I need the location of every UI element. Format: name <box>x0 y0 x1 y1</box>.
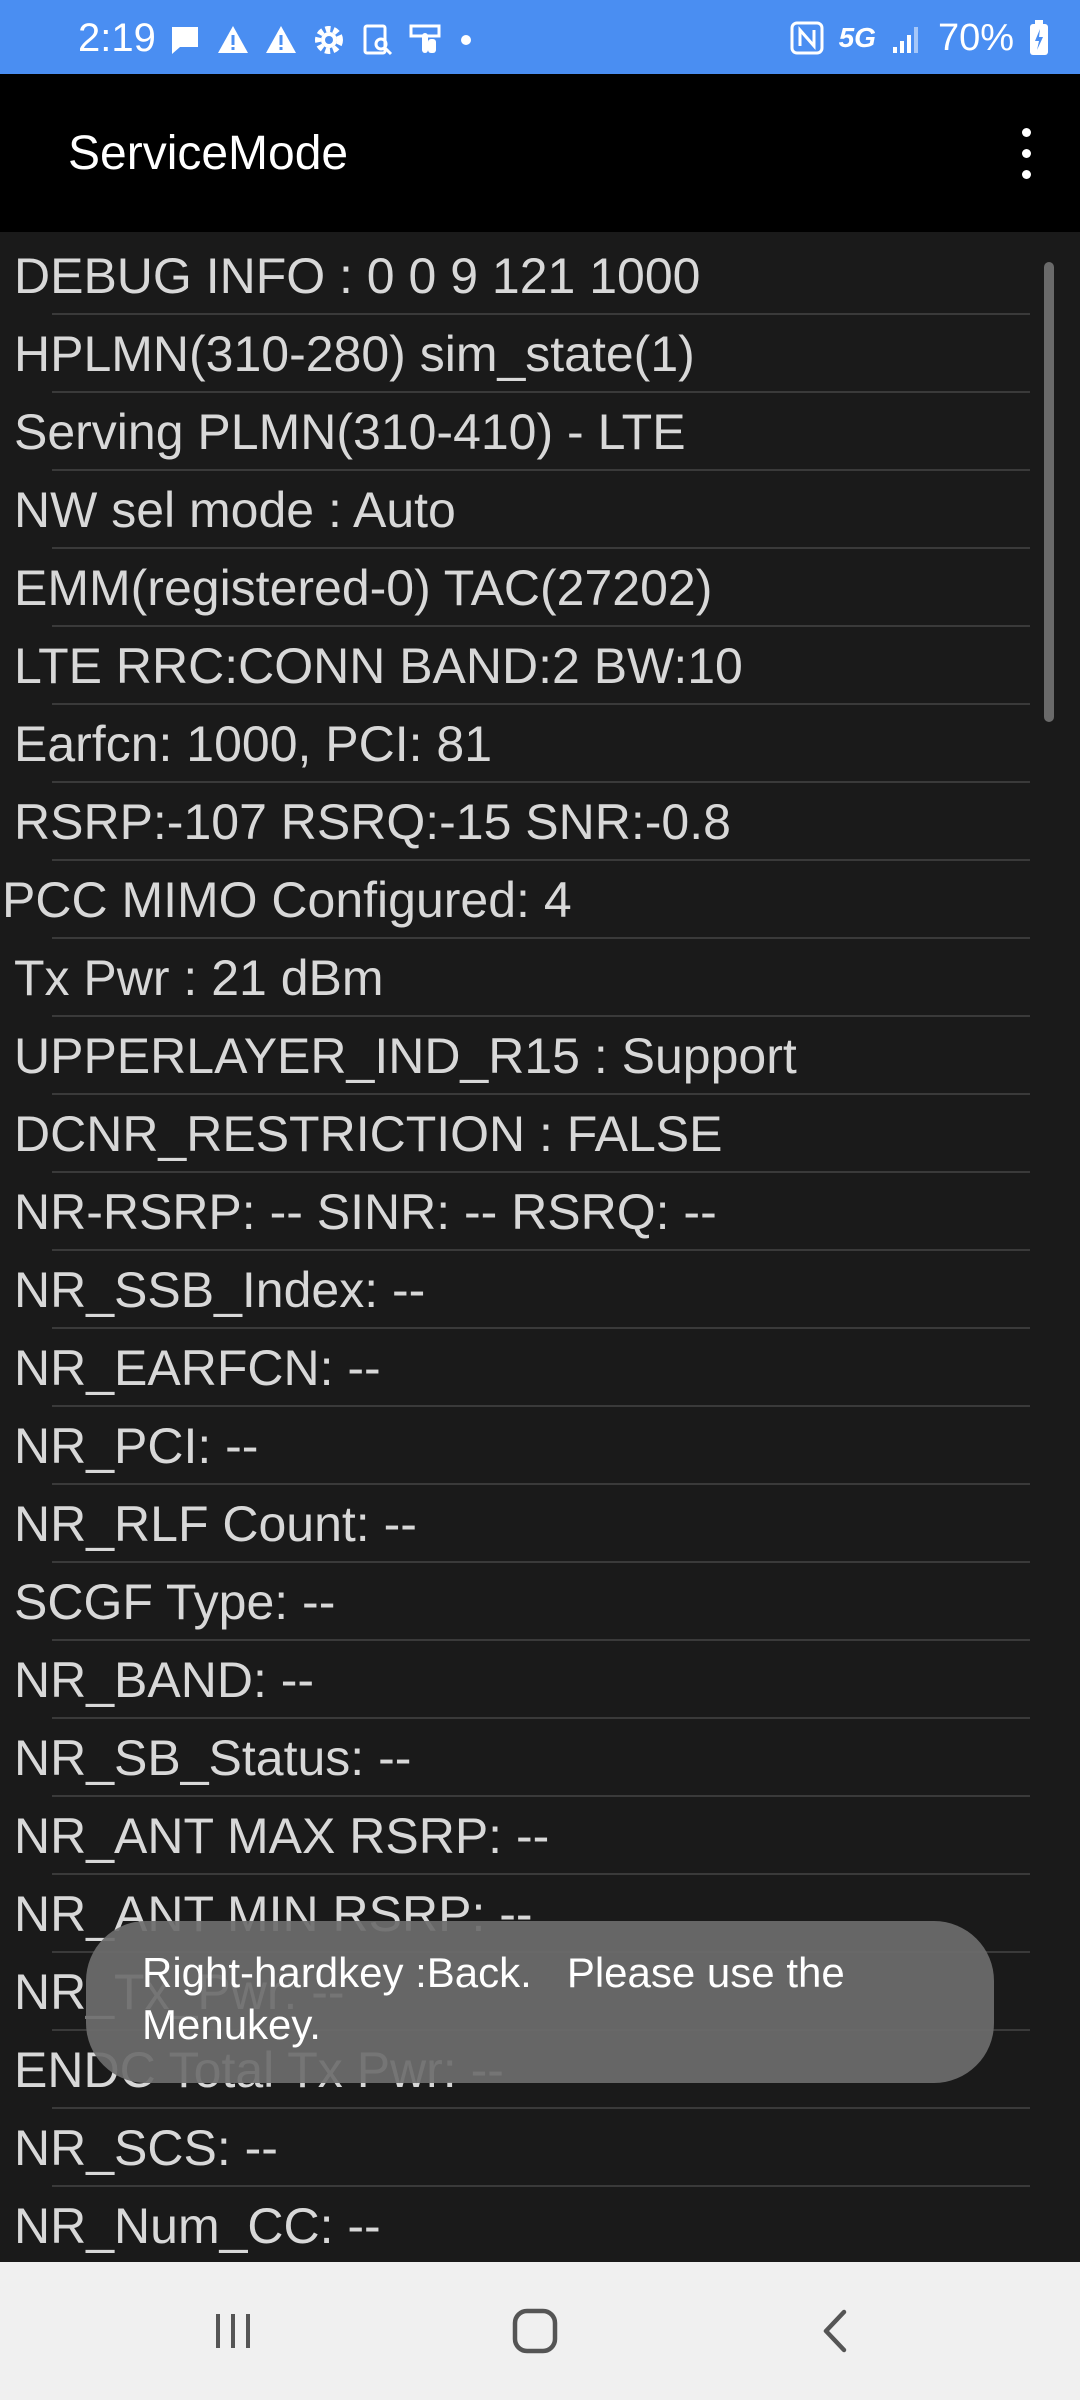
navigation-bar <box>0 2262 1080 2400</box>
list-item-text: RSRP:-107 RSRQ:-15 SNR:-0.8 <box>14 794 731 850</box>
battery-percentage: 70% <box>937 17 1014 59</box>
list-item[interactable]: LTE RRC:CONN BAND:2 BW:10 <box>0 627 1030 705</box>
list-item[interactable]: Earfcn: 1000, PCI: 81 <box>0 705 1030 783</box>
list-item-text: SCGF Type: -- <box>14 1574 336 1630</box>
notification-icons <box>168 22 476 58</box>
message-icon <box>172 27 198 54</box>
alert-icon <box>266 26 296 53</box>
list-item-text: NR_PCI: -- <box>14 1418 259 1474</box>
list-item[interactable]: DEBUG INFO : 0 0 9 121 1000 <box>0 237 1030 315</box>
page-title: ServiceMode <box>68 127 349 180</box>
more-vert-dot <box>1021 169 1031 179</box>
list-item[interactable]: DCNR_RESTRICTION : FALSE <box>0 1095 1030 1173</box>
toast-message: Right-hardkey :Back. Please use the Menu… <box>86 1921 994 2083</box>
list-item[interactable]: NW sel mode : Auto <box>0 471 1030 549</box>
network-type: 5G <box>838 22 876 53</box>
list-item[interactable]: Serving PLMN(310-410) - LTE <box>0 393 1030 471</box>
app-bar: ServiceMode <box>0 74 1080 232</box>
more-vert-dot <box>1021 148 1031 158</box>
list-item[interactable]: UPPERLAYER_IND_R15 : Support <box>0 1017 1030 1095</box>
status-time: 2:19 <box>78 16 156 60</box>
list-item-text: NR-RSRP: -- SINR: -- RSRQ: -- <box>14 1184 717 1240</box>
list-item-text: NR_Num_CC: -- <box>14 2198 381 2254</box>
list-item-text: NR_SCS: -- <box>14 2120 278 2176</box>
battery-charging-icon <box>1030 20 1048 55</box>
list-item[interactable]: NR_SB_Status: -- <box>0 1719 1030 1797</box>
list-item[interactable]: NR_EARFCN: -- <box>0 1329 1030 1407</box>
list-item-text: Earfcn: 1000, PCI: 81 <box>14 716 493 772</box>
signal-icon <box>892 27 918 53</box>
list-item-text: Tx Pwr : 21 dBm <box>14 950 384 1006</box>
list-item-text: Serving PLMN(310-410) - LTE <box>14 404 686 460</box>
list-item[interactable]: Tx Pwr : 21 dBm <box>0 939 1030 1017</box>
list-item-text: NR_SSB_Index: -- <box>14 1262 426 1318</box>
list-item[interactable]: NR_Num_CC: -- <box>0 2187 1030 2262</box>
list-item-text: EMM(registered-0) TAC(27202) <box>14 560 713 616</box>
alert-icon <box>218 26 248 53</box>
back-button[interactable] <box>792 2286 882 2376</box>
list-item[interactable]: NR_PCI: -- <box>0 1407 1030 1485</box>
system-status-icons: 5G 70% <box>789 16 1050 60</box>
status-bar: 2:19 5G 70% <box>0 0 1080 74</box>
list-item[interactable]: NR-RSRP: -- SINR: -- RSRQ: -- <box>0 1173 1030 1251</box>
list-item-text: NR_RLF Count: -- <box>14 1496 417 1552</box>
list-item[interactable]: HPLMN(310-280) sim_state(1) <box>0 315 1030 393</box>
list-item[interactable]: PCC MIMO Configured: 4 <box>0 861 1030 939</box>
list-item-text: LTE RRC:CONN BAND:2 BW:10 <box>14 638 743 694</box>
list-item[interactable]: RSRP:-107 RSRQ:-15 SNR:-0.8 <box>0 783 1030 861</box>
back-icon <box>823 2309 847 2353</box>
list-item[interactable]: NR_ANT MAX RSRP: -- <box>0 1797 1030 1875</box>
screen-search-icon <box>363 24 393 56</box>
list-item-text: PCC MIMO Configured: 4 <box>2 872 572 928</box>
list-item-text: DCNR_RESTRICTION : FALSE <box>14 1106 723 1162</box>
recents-icon <box>216 2314 250 2348</box>
list-item[interactable]: NR_SCS: -- <box>0 2109 1030 2187</box>
recents-button[interactable] <box>188 2286 278 2376</box>
more-vert-icon <box>1021 127 1031 137</box>
more-options-button[interactable] <box>996 108 1056 198</box>
list-item[interactable]: NR_SSB_Index: -- <box>0 1251 1030 1329</box>
service-mode-screen: 2:19 5G 70% ServiceMode DEBUG INFO: 0 0… <box>0 0 1080 2400</box>
nfc-icon <box>790 21 824 55</box>
list-item[interactable]: NR_BAND: -- <box>0 1641 1030 1719</box>
list-item-text: HPLMN(310-280) sim_state(1) <box>14 326 695 382</box>
list-item-text: NW sel mode : Auto <box>14 482 456 538</box>
home-icon <box>512 2308 558 2354</box>
list-item-text: DEBUG INFO : 0 0 9 121 1000 <box>14 248 701 304</box>
home-button[interactable] <box>490 2286 580 2376</box>
list-item[interactable]: EMM(registered-0) TAC(27202) <box>0 549 1030 627</box>
list-item-text: NR_SB_Status: -- <box>14 1730 412 1786</box>
gear-icon <box>315 26 343 54</box>
touch-icon <box>409 24 441 53</box>
list-item-text: NR_EARFCN: -- <box>14 1340 381 1396</box>
dot-icon <box>461 35 471 45</box>
list-item-text: UPPERLAYER_IND_R15 : Support <box>14 1028 797 1084</box>
list-item[interactable]: NR_RLF Count: -- <box>0 1485 1030 1563</box>
list-item-text: NR_ANT MAX RSRP: -- <box>14 1808 550 1864</box>
scrollbar[interactable] <box>1044 262 1054 722</box>
list-item-text: NR_BAND: -- <box>14 1652 315 1708</box>
list-item[interactable]: SCGF Type: -- <box>0 1563 1030 1641</box>
